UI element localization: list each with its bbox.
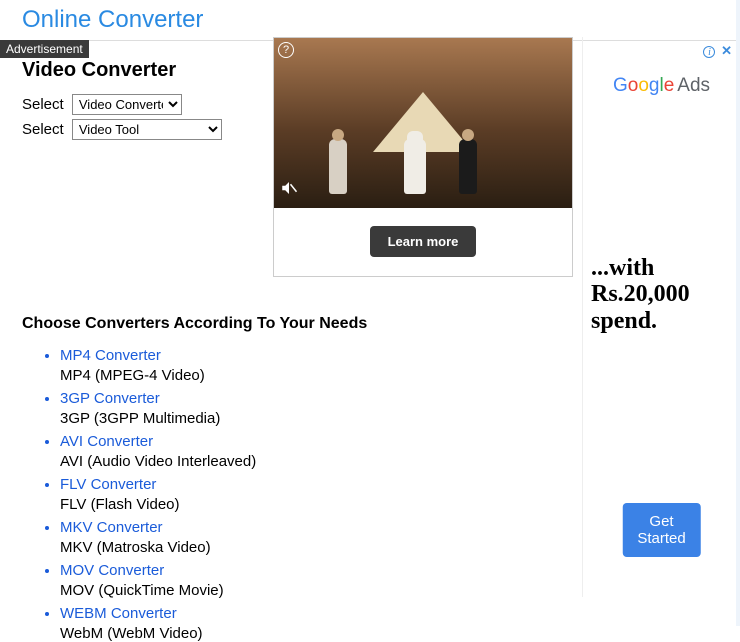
ad-video[interactable]: ? (274, 38, 572, 208)
list-item: WEBM Converter WebM (WebM Video) (60, 605, 718, 642)
tool-select[interactable]: Video Tool (72, 119, 222, 140)
ad-close-icon[interactable]: ✕ (721, 43, 732, 59)
scrollbar[interactable] (736, 0, 740, 626)
converter-select[interactable]: Video Converter (72, 94, 182, 115)
ad-info-icon[interactable]: i (703, 46, 715, 58)
learn-more-button[interactable]: Learn more (370, 226, 477, 257)
converter-link[interactable]: MOV Converter (60, 562, 164, 579)
side-ad-text: ...with Rs.20,000 spend. (591, 255, 736, 334)
converter-link[interactable]: WEBM Converter (60, 605, 177, 622)
converter-link[interactable]: MKV Converter (60, 519, 163, 536)
ad-person-graphic (404, 139, 426, 194)
ad-person-graphic (329, 139, 347, 194)
converter-link[interactable]: 3GP Converter (60, 390, 160, 407)
site-title-link[interactable]: Online Converter (22, 6, 203, 33)
converter-link[interactable]: FLV Converter (60, 476, 156, 493)
mute-icon[interactable] (280, 179, 298, 202)
ad-info-icon[interactable]: ? (278, 42, 294, 58)
converter-desc: WebM (WebM Video) (60, 625, 718, 642)
side-ad: i ✕ GoogleAds ...with Rs.20,000 spend. G… (582, 37, 740, 597)
google-ads-logo: GoogleAds (591, 75, 732, 97)
select-label-1: Select (22, 96, 64, 113)
get-started-button[interactable]: Get Started (622, 503, 701, 557)
ad-person-graphic (459, 139, 477, 194)
converter-link[interactable]: AVI Converter (60, 433, 153, 450)
main-ad: ? Learn more (273, 37, 573, 277)
converter-link[interactable]: MP4 Converter (60, 347, 161, 364)
select-label-2: Select (22, 121, 64, 138)
